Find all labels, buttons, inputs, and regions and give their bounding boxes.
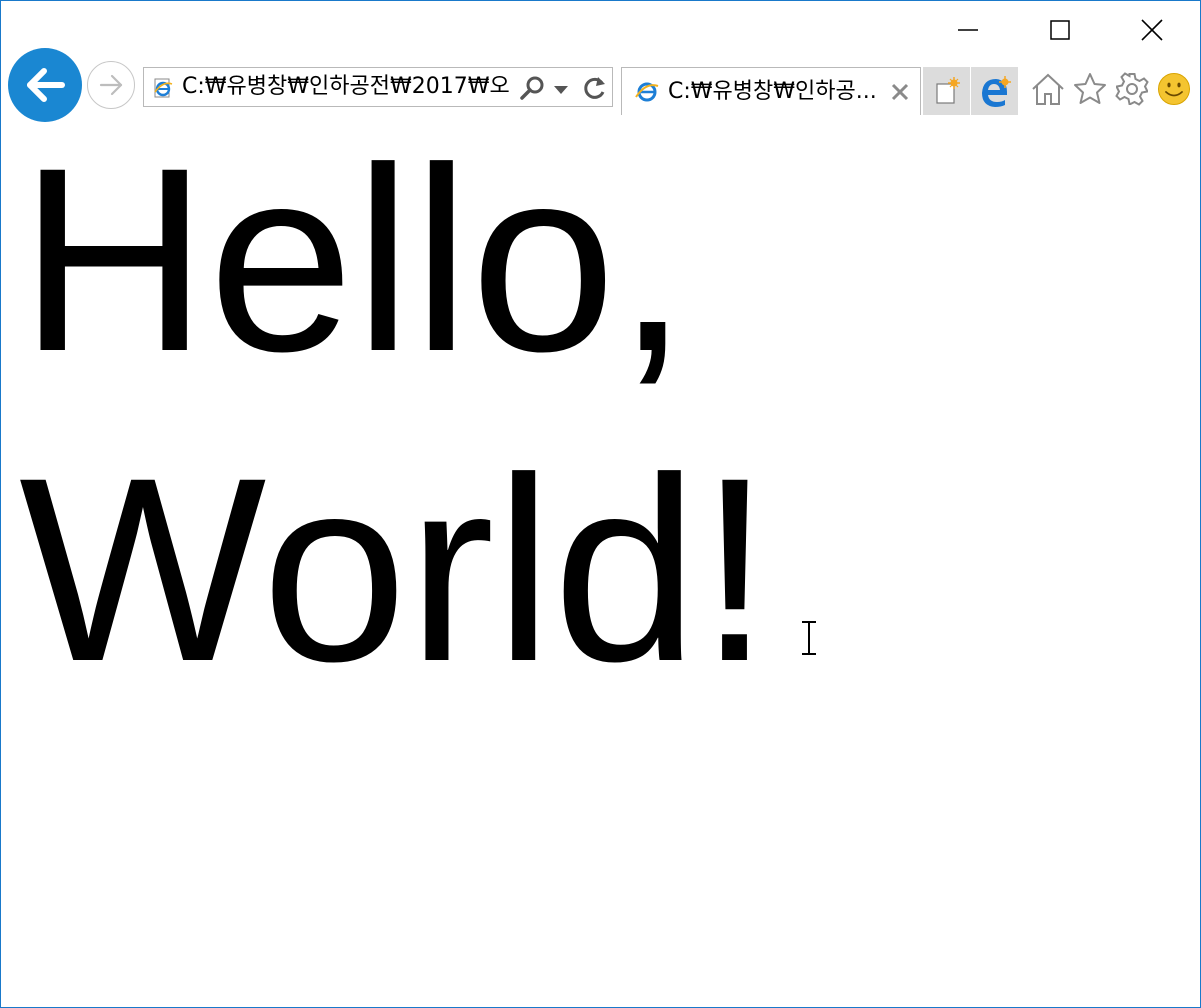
browser-window: C:₩유병창₩인하공전₩2017₩오 C:₩유병창₩인하공... Hello, … (0, 0, 1201, 1008)
forward-arrow-icon (99, 74, 123, 96)
maximize-button[interactable] (1037, 1, 1083, 59)
forward-button[interactable] (87, 61, 135, 109)
gear-icon (1115, 72, 1149, 106)
close-icon (1141, 19, 1163, 41)
back-arrow-icon (27, 68, 65, 102)
refresh-icon[interactable] (582, 75, 608, 106)
page-content: Hello, World! (1, 113, 1200, 1007)
minimize-button[interactable] (945, 1, 991, 59)
star-icon (1074, 73, 1106, 104)
feedback-button[interactable] (1154, 69, 1194, 109)
world-line: World! (19, 423, 772, 716)
ie-page-icon (152, 77, 174, 104)
address-bar[interactable]: C:₩유병창₩인하공전₩2017₩오 (143, 67, 613, 107)
close-button[interactable] (1129, 1, 1175, 59)
edge-icon (981, 76, 1011, 107)
favorites-button[interactable] (1070, 69, 1110, 109)
maximize-icon (1050, 20, 1070, 40)
chevron-down-icon[interactable] (552, 83, 570, 101)
address-text[interactable]: C:₩유병창₩인하공전₩2017₩오 (182, 74, 514, 100)
home-button[interactable] (1028, 69, 1068, 109)
text-cursor-icon (798, 620, 820, 661)
home-icon (1032, 73, 1064, 105)
new-tab-icon (935, 77, 960, 104)
smiley-icon (1158, 73, 1190, 105)
minimize-icon (958, 29, 978, 31)
search-icon[interactable] (518, 75, 546, 108)
tab-title: C:₩유병창₩인하공... (668, 79, 877, 104)
hello-line: Hello, (19, 113, 689, 406)
hello-world-text: Hello, World! (19, 105, 1119, 725)
tab-close-icon[interactable] (890, 82, 910, 107)
settings-button[interactable] (1112, 69, 1152, 109)
